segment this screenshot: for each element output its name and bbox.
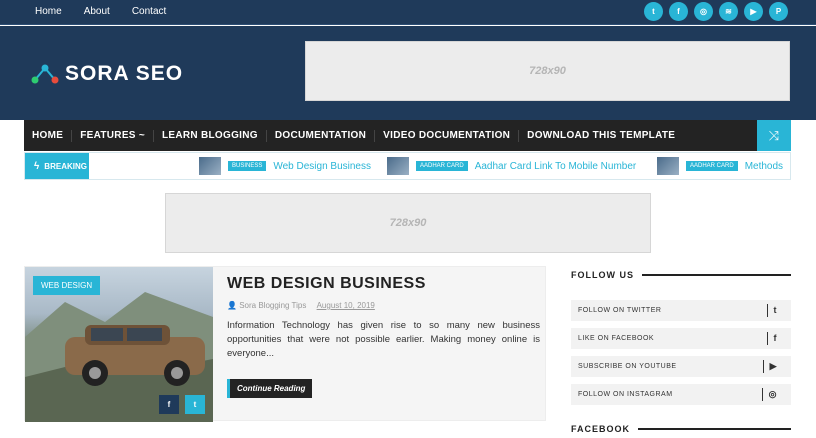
ticker-item[interactable]: BUSINESS Web Design Business [199, 157, 371, 175]
ticker-badge: AADHAR CARD [416, 161, 468, 171]
breaking-news-ticker: ϟ BREAKING BUSINESS Web Design Business … [24, 152, 791, 180]
widget-title: FOLLOW US [571, 270, 791, 280]
follow-label: LIKE ON FACEBOOK [578, 335, 655, 342]
logo-text: SORA SEO [65, 62, 184, 85]
ticker-item[interactable]: AADHAR CARD Aadhar Card Link To Mobile N… [387, 157, 636, 175]
post-title[interactable]: WEB DESIGN BUSINESS [227, 275, 426, 293]
author-icon: 👤 [227, 301, 237, 310]
post-meta: 👤 Sora Blogging Tips August 10, 2019 [227, 301, 375, 310]
post-card: WEB DESIGN f t WEB DESIGN BUSINESS 👤 Sor… [24, 266, 546, 422]
social-icons: t f ◎ ≋ ▶ P [644, 2, 788, 21]
post-thumbnail[interactable]: WEB DESIGN f t [25, 267, 213, 422]
ticker-badge: AADHAR CARD [686, 161, 738, 171]
post-author[interactable]: Sora Blogging Tips [239, 301, 306, 310]
ticker-item[interactable]: AADHAR CARD Methods [657, 157, 783, 175]
ticker-thumbnail [657, 157, 679, 175]
title-divider [642, 274, 791, 276]
follow-label: FOLLOW ON INSTAGRAM [578, 391, 673, 398]
nav-features[interactable]: FEATURES ~ [71, 129, 153, 142]
follow-us-heading: FOLLOW US [571, 270, 634, 280]
follow-instagram-row[interactable]: FOLLOW ON INSTAGRAM ◎ [571, 384, 791, 405]
header-ad-slot[interactable]: 728x90 [305, 41, 790, 101]
logo-network-icon [31, 64, 59, 84]
main-nav: HOME FEATURES ~ LEARN BLOGGING DOCUMENTA… [24, 120, 791, 151]
follow-youtube-row[interactable]: SUBSCRIBE ON YOUTUBE ▶ [571, 356, 791, 377]
follow-twitter-row[interactable]: FOLLOW ON TWITTER t [571, 300, 791, 321]
ticker-title[interactable]: Aadhar Card Link To Mobile Number [475, 161, 637, 172]
nav-download-template[interactable]: DOWNLOAD THIS TEMPLATE [518, 129, 683, 142]
nav-home[interactable]: HOME [24, 130, 71, 142]
pinterest-icon[interactable]: P [769, 2, 788, 21]
top-nav-about-link[interactable]: About [84, 6, 110, 17]
title-divider [638, 428, 791, 430]
post-category-badge[interactable]: WEB DESIGN [33, 276, 101, 295]
youtube-icon: ▶ [762, 360, 777, 373]
instagram-icon: ◎ [761, 388, 777, 401]
ticker-thumbnail [199, 157, 221, 175]
top-nav: Home About Contact [35, 6, 166, 17]
facebook-share-icon[interactable]: f [159, 395, 179, 414]
site-header: SORA SEO 728x90 [0, 26, 816, 120]
nav-documentation[interactable]: DOCUMENTATION [265, 129, 374, 142]
follow-label: FOLLOW ON TWITTER [578, 307, 662, 314]
sidebar-facebook: FACEBOOK [571, 424, 791, 434]
top-nav-home-link[interactable]: Home [35, 6, 62, 17]
follow-facebook-row[interactable]: LIKE ON FACEBOOK f [571, 328, 791, 349]
facebook-icon: f [766, 332, 778, 345]
rss-icon[interactable]: ≋ [719, 2, 738, 21]
site-logo[interactable]: SORA SEO [31, 62, 183, 86]
ticker-thumbnail [387, 157, 409, 175]
top-nav-contact-link[interactable]: Contact [132, 6, 166, 17]
nav-learn-blogging[interactable]: LEARN BLOGGING [152, 129, 266, 142]
continue-reading-button[interactable]: Continue Reading [227, 379, 313, 398]
twitter-share-icon[interactable]: t [185, 395, 205, 414]
breaking-label: ϟ BREAKING [25, 153, 89, 179]
facebook-icon[interactable]: f [669, 2, 688, 21]
breaking-label-text: BREAKING [44, 161, 87, 171]
twitter-icon: t [766, 304, 778, 317]
post-excerpt: Information Technology has given rise to… [227, 320, 540, 359]
ticker-title[interactable]: Methods [745, 161, 783, 172]
follow-label: SUBSCRIBE ON YOUTUBE [578, 363, 677, 370]
widget-title: FACEBOOK [571, 424, 791, 434]
sidebar-follow-us: FOLLOW US FOLLOW ON TWITTER t LIKE ON FA… [571, 270, 791, 405]
facebook-heading: FACEBOOK [571, 424, 631, 434]
instagram-icon[interactable]: ◎ [694, 2, 713, 21]
ticker-title[interactable]: Web Design Business [273, 161, 371, 172]
ticker-badge: BUSINESS [228, 161, 267, 171]
top-bar: Home About Contact t f ◎ ≋ ▶ P [0, 0, 816, 25]
twitter-icon[interactable]: t [644, 2, 663, 21]
shuffle-icon[interactable]: ⤨ [757, 120, 791, 151]
lightning-icon: ϟ [34, 160, 40, 172]
youtube-icon[interactable]: ▶ [744, 2, 763, 21]
content-ad-slot[interactable]: 728x90 [165, 193, 651, 253]
nav-video-documentation[interactable]: VIDEO DOCUMENTATION [374, 129, 518, 142]
post-date: August 10, 2019 [316, 301, 375, 310]
